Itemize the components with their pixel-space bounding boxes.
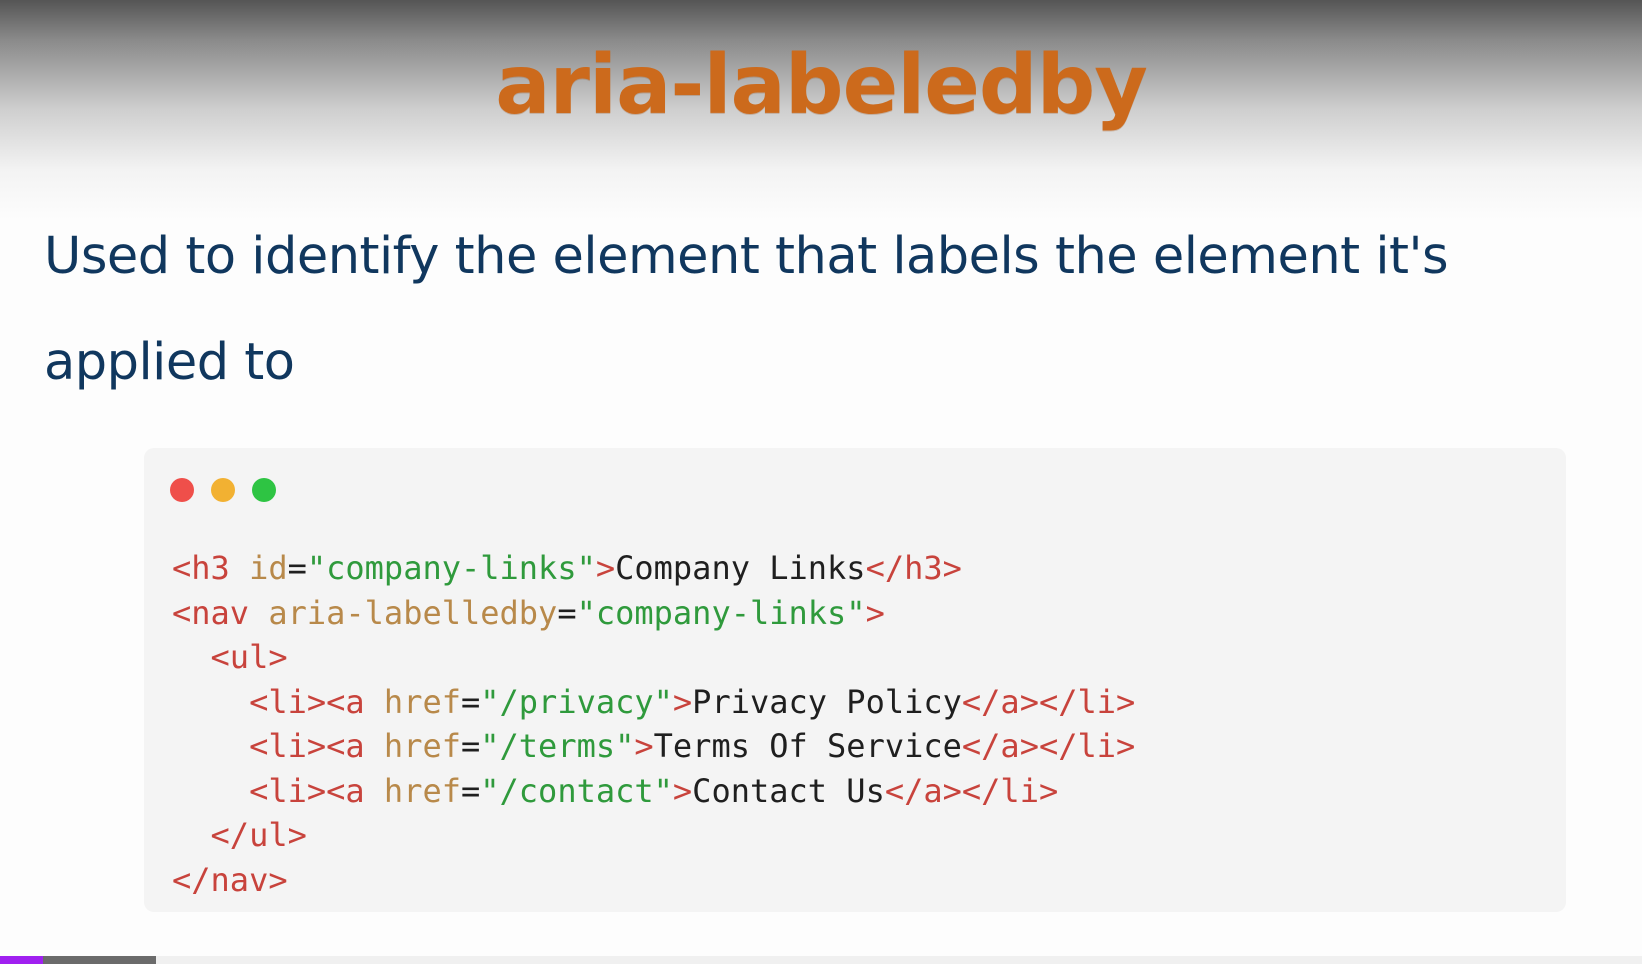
code-string: "/terms" xyxy=(480,727,635,765)
code-window: <h3 id="company-links">Company Links</h3… xyxy=(144,448,1566,912)
video-progress-played xyxy=(0,956,43,964)
code-tag: <li><a xyxy=(249,682,384,721)
code-punctuation: = xyxy=(460,727,481,765)
red-dot-icon xyxy=(170,478,194,502)
code-attribute: id xyxy=(249,549,288,587)
code-string: "company-links" xyxy=(306,549,596,587)
code-block: <h3 id="company-links">Company Links</h3… xyxy=(172,546,1135,902)
code-tag: </a></li> xyxy=(961,682,1136,721)
code-tag: </a></li> xyxy=(884,771,1059,810)
code-tag: <nav xyxy=(172,593,269,632)
code-punctuation: = xyxy=(460,682,481,721)
code-tag: > xyxy=(672,682,693,721)
code-punctuation: = xyxy=(287,549,307,587)
code-line: <li><a href="/terms">Terms Of Service</a… xyxy=(172,724,1135,769)
code-text: Contact Us xyxy=(692,771,885,810)
code-tag: > xyxy=(595,549,616,587)
code-tag: <ul> xyxy=(210,638,288,676)
code-string: "company-links" xyxy=(576,593,866,632)
code-tag: > xyxy=(672,771,693,810)
code-string: "/contact" xyxy=(480,771,673,810)
code-line: </nav> xyxy=(172,858,1135,903)
code-punctuation: = xyxy=(460,771,481,810)
slide-title: aria-labeledby xyxy=(495,38,1148,133)
code-text: Privacy Policy xyxy=(692,682,962,721)
green-dot-icon xyxy=(252,478,276,502)
code-tag: </h3> xyxy=(865,549,962,587)
slide-description: Used to identify the element that labels… xyxy=(44,227,1449,392)
code-text: Terms Of Service xyxy=(653,727,962,765)
code-line: <ul> xyxy=(172,635,1135,680)
yellow-dot-icon xyxy=(211,478,235,502)
code-attribute: href xyxy=(383,682,461,721)
code-punctuation: = xyxy=(557,593,577,632)
code-line: </ul> xyxy=(172,813,1135,858)
code-string: "/privacy" xyxy=(480,682,673,721)
code-tag: </ul> xyxy=(210,816,307,854)
code-tag: </nav> xyxy=(172,860,288,899)
code-tag: <h3 xyxy=(172,549,250,587)
code-line: <nav aria-labelledby="company-links"> xyxy=(172,591,1135,636)
code-attribute: aria-labelledby xyxy=(268,593,558,632)
code-tag: <li><a xyxy=(249,727,384,765)
code-tag: <li><a xyxy=(249,771,384,810)
code-tag: > xyxy=(865,593,885,632)
window-controls xyxy=(170,478,289,502)
code-tag: </a></li> xyxy=(961,727,1136,765)
slide: aria-labeledby Used to identify the elem… xyxy=(0,0,1642,964)
code-attribute: href xyxy=(383,727,461,765)
code-line: <li><a href="/contact">Contact Us</a></l… xyxy=(172,769,1135,814)
code-line: <li><a href="/privacy">Privacy Policy</a… xyxy=(172,680,1135,725)
code-tag: > xyxy=(634,727,654,765)
video-progress-bar[interactable] xyxy=(0,956,1642,964)
code-line: <h3 id="company-links">Company Links</h3… xyxy=(172,546,1135,591)
code-text: Company Links xyxy=(615,549,866,587)
code-attribute: href xyxy=(383,771,461,810)
